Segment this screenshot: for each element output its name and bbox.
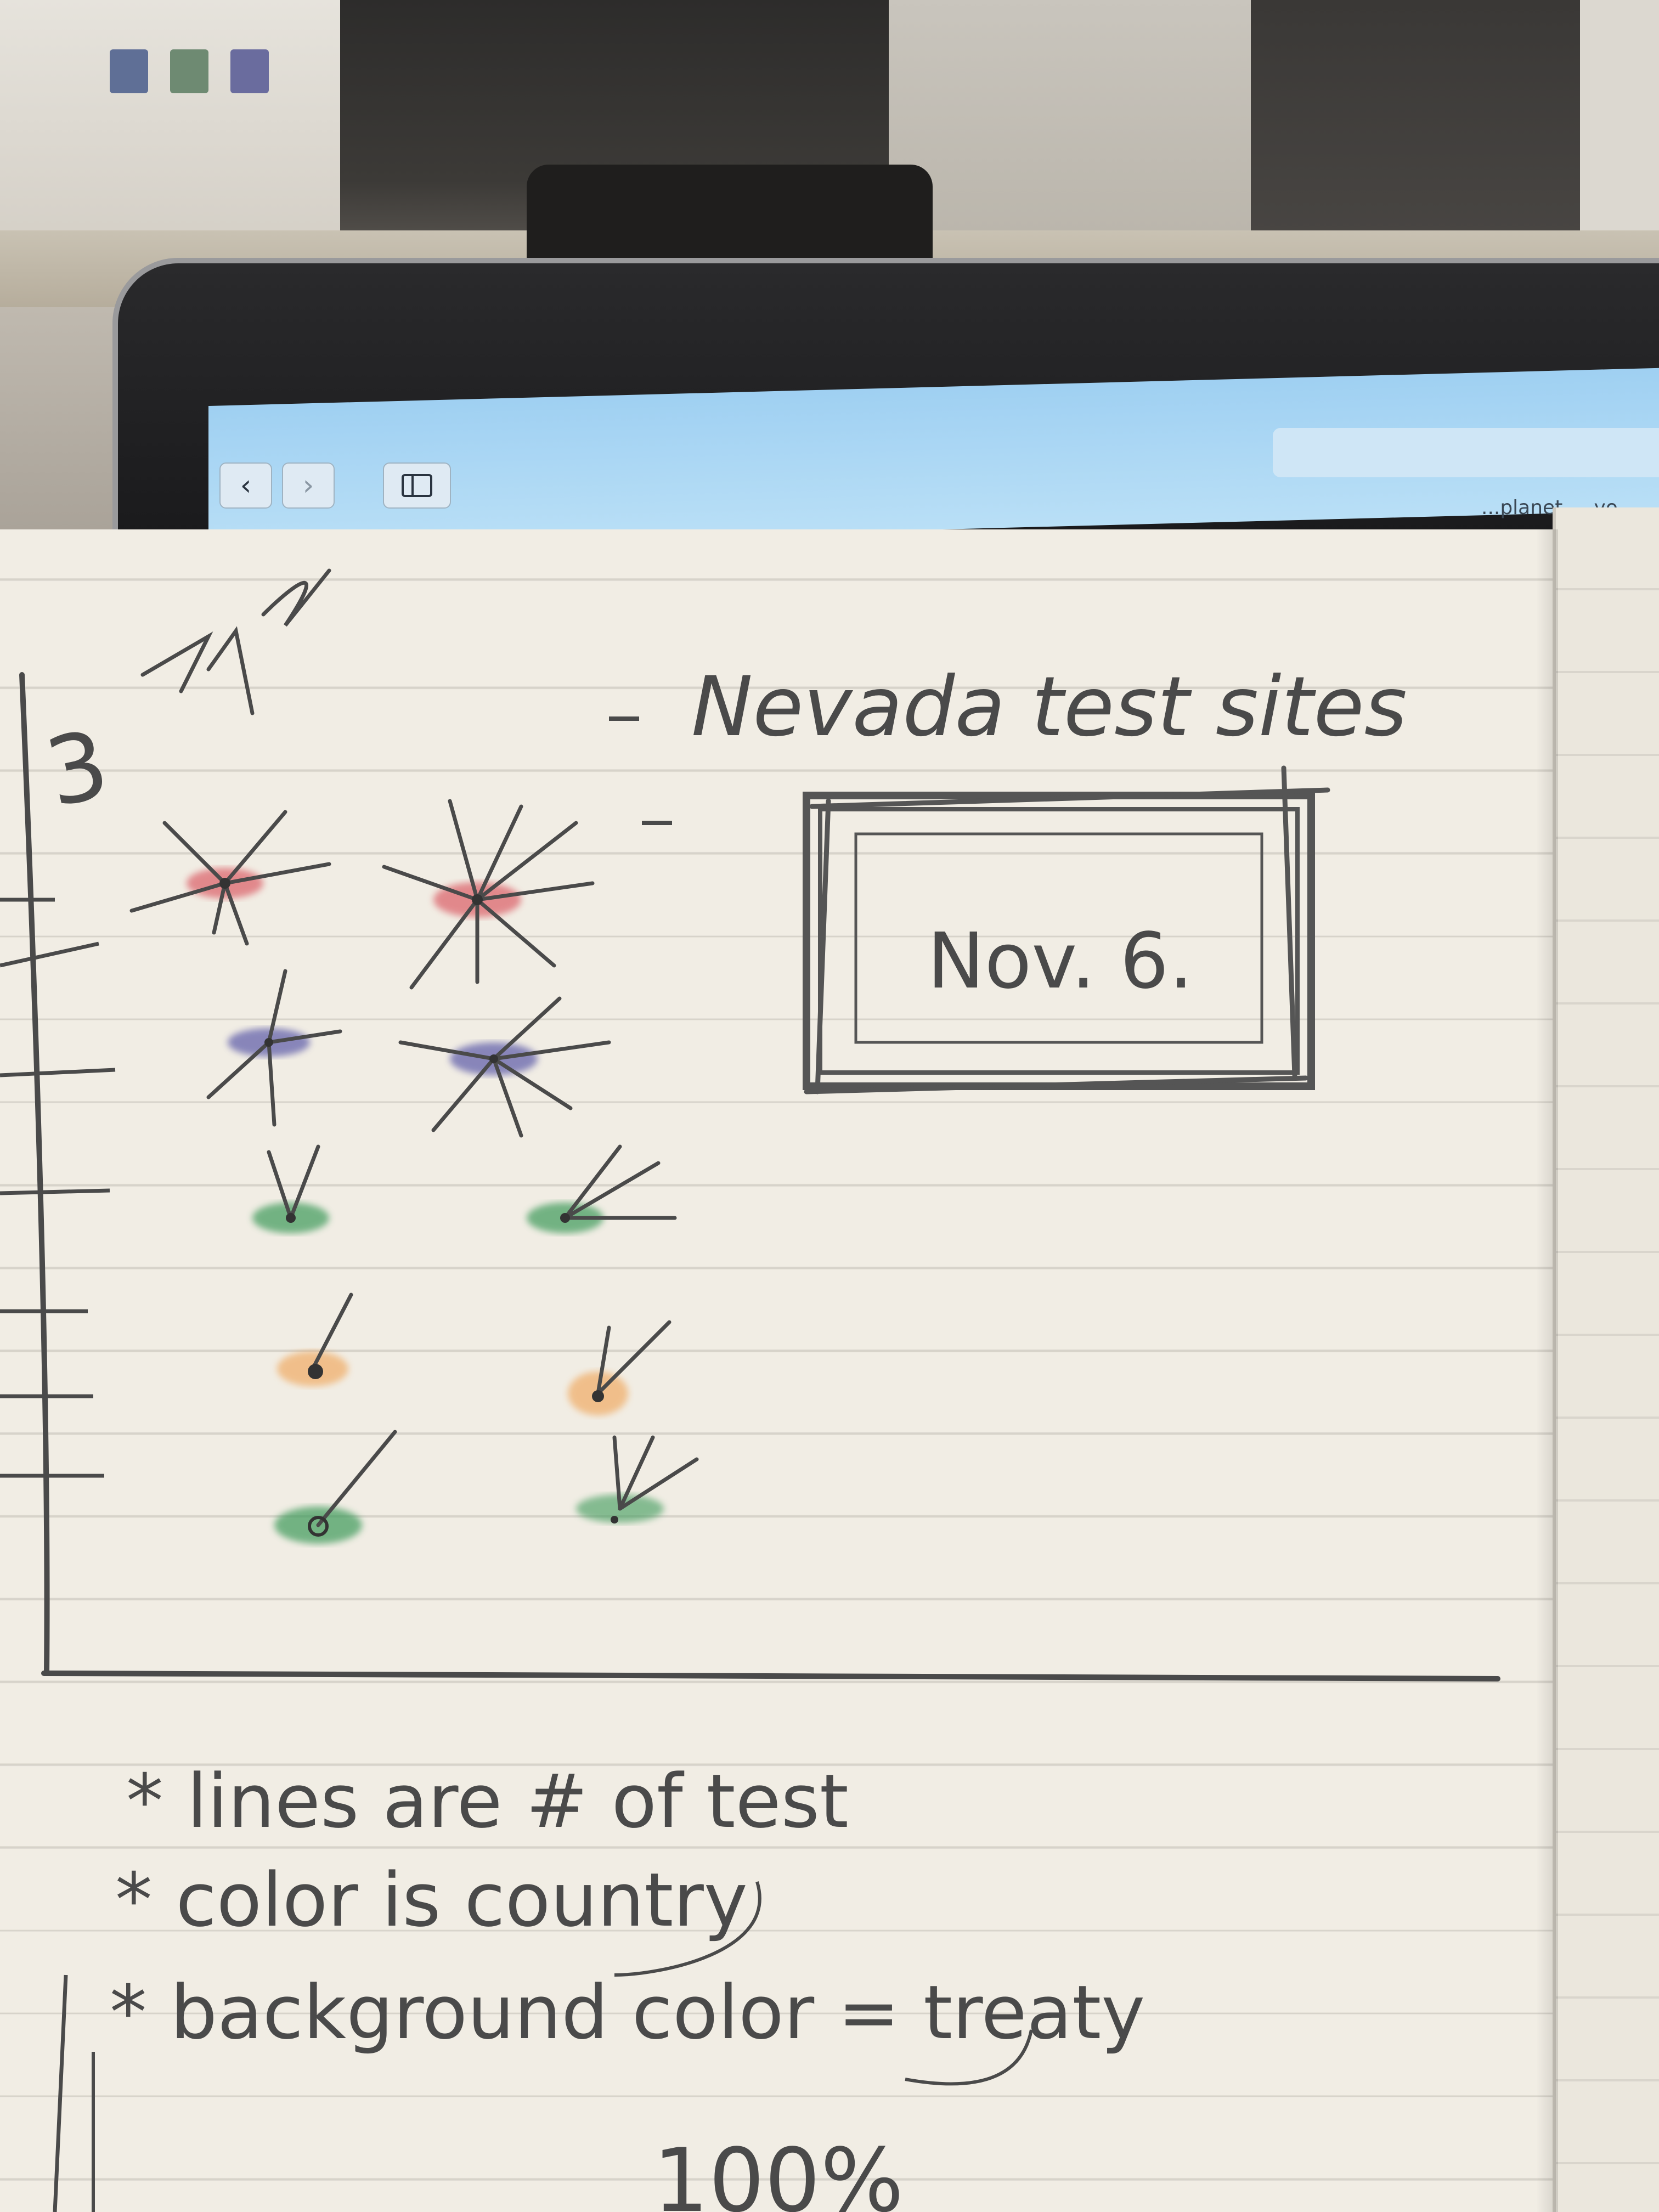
legend-line-color: * color is country [115, 1857, 748, 1943]
red-burst-marker [382, 799, 595, 990]
pencil-sketch: 3 Nevada test sites Nov. 6. * lines are … [0, 568, 1500, 2212]
corner-mark-text: 3 [37, 710, 117, 828]
corner-scribble [140, 568, 331, 715]
footer-percent: 100% [653, 2129, 904, 2212]
axis-ticks [0, 898, 116, 1478]
sketch-title: Nevada test sites [691, 659, 1407, 755]
green-burst-marker [576, 1435, 699, 1523]
date-box-text: Nov. 6. [927, 917, 1193, 1006]
legend-line-lines: * lines are # of test [126, 1758, 849, 1844]
orange-burst-marker [568, 1320, 672, 1415]
blue-burst-marker [398, 996, 611, 1138]
green-burst-marker [527, 1144, 677, 1233]
margin-line [53, 1974, 68, 2212]
orange-burst-marker [277, 1293, 353, 1386]
blue-burst-marker [206, 969, 342, 1127]
green-burst-marker [274, 1430, 397, 1544]
red-burst-marker [129, 810, 331, 946]
legend-line-background: * background color = treaty [110, 1970, 1145, 2056]
green-burst-marker [252, 1144, 329, 1233]
chart-axes [19, 672, 1500, 1681]
